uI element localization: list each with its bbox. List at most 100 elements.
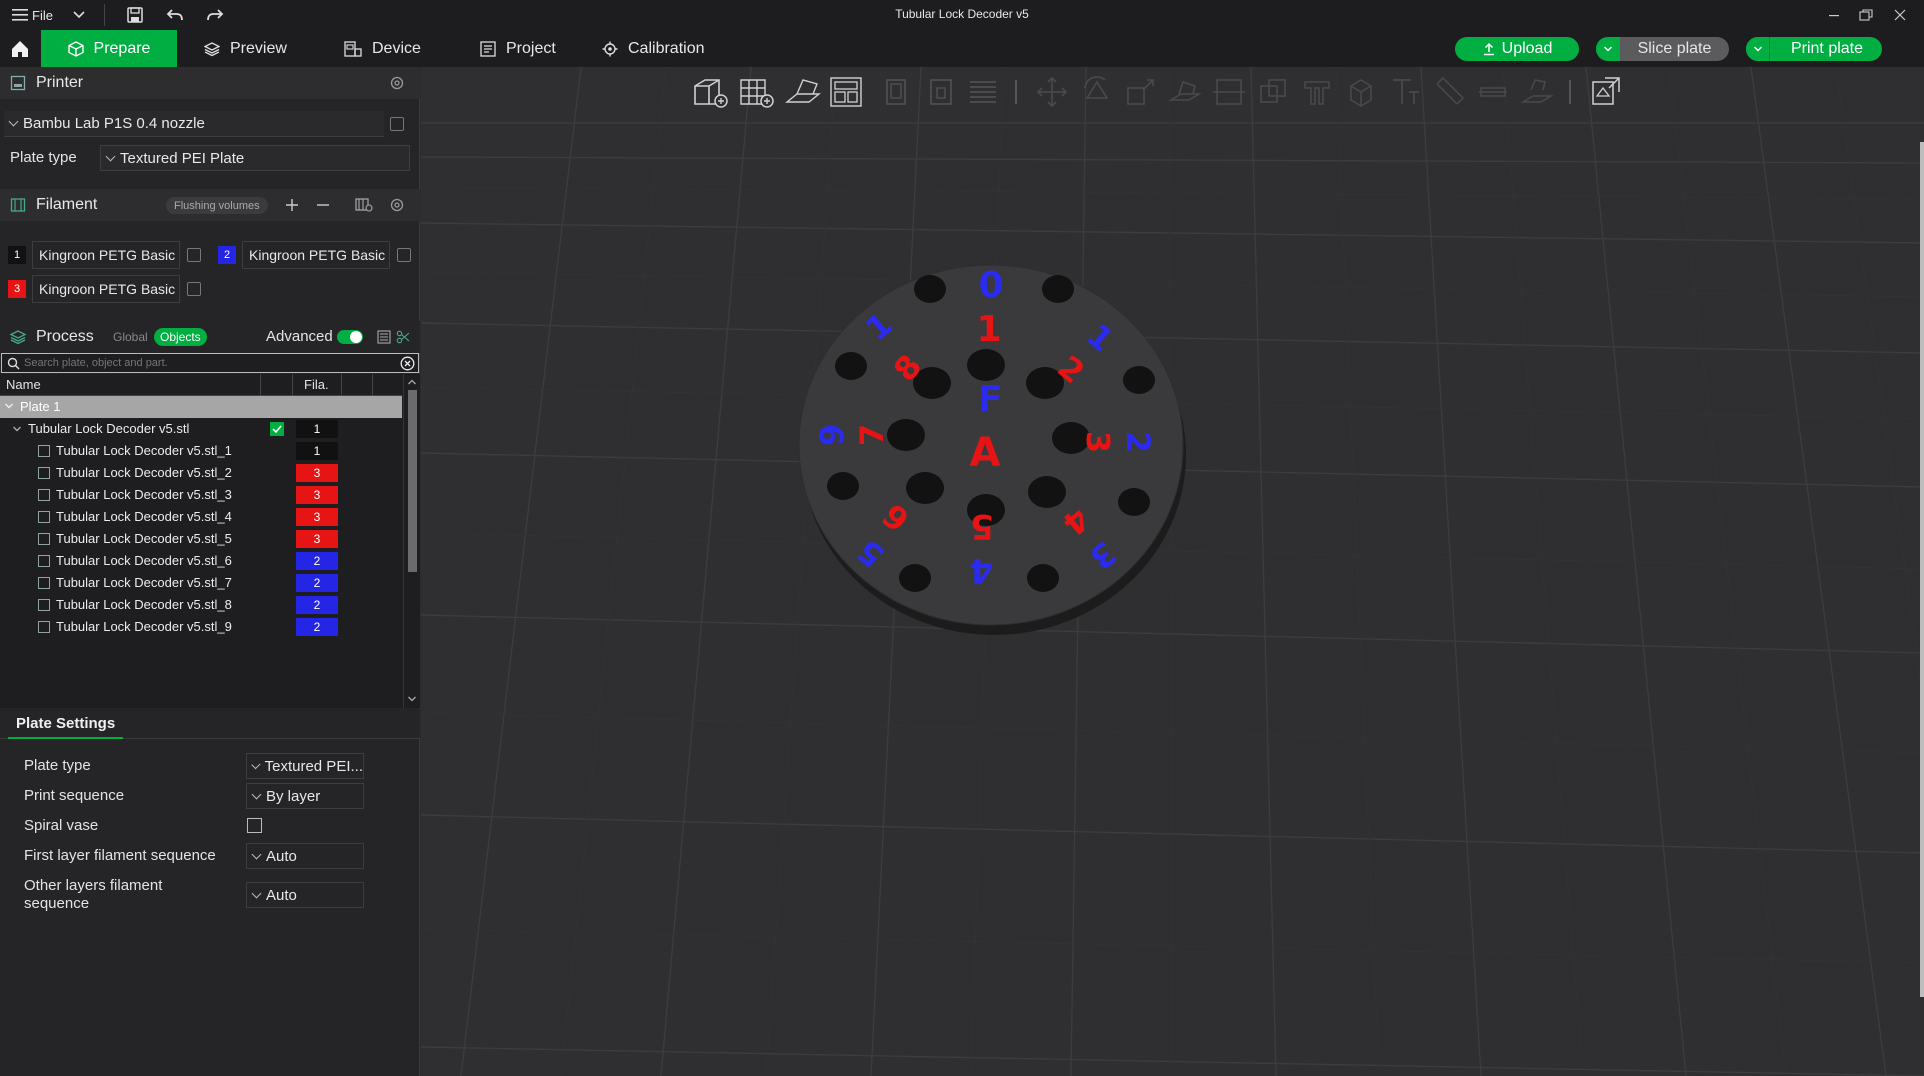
cut-icon[interactable]	[1211, 74, 1247, 110]
filament-3-color[interactable]: 3	[8, 280, 26, 298]
lay-on-face-icon[interactable]	[1167, 74, 1203, 110]
seam-painting-icon[interactable]	[1343, 74, 1379, 110]
list-view-icon[interactable]	[377, 330, 391, 344]
ps-plate-type-select[interactable]: Textured PEI...	[246, 753, 364, 779]
scrollbar-thumb[interactable]	[408, 390, 417, 572]
arrange-icon[interactable]	[827, 74, 867, 110]
part-row[interactable]: Tubular Lock Decoder v5.stl_8 2	[0, 594, 402, 616]
copy-icon[interactable]	[879, 74, 915, 110]
paste-icon[interactable]	[923, 74, 959, 110]
part-row[interactable]: Tubular Lock Decoder v5.stl_1 1	[0, 440, 402, 462]
scroll-down-icon[interactable]	[407, 695, 417, 703]
filament-1-color[interactable]: 1	[8, 246, 26, 264]
slice-options-dropdown[interactable]	[1596, 37, 1620, 61]
assembly-icon[interactable]	[1475, 74, 1511, 110]
object-search-box[interactable]	[1, 353, 419, 373]
filament-1-select[interactable]: Kingroon PETG Basic	[32, 241, 180, 269]
object-row[interactable]: Tubular Lock Decoder v5.stl 1	[0, 418, 402, 440]
print-options-dropdown[interactable]	[1746, 37, 1770, 61]
tab-prepare[interactable]: Prepare	[41, 30, 177, 67]
add-object-icon[interactable]	[691, 74, 731, 110]
part-row[interactable]: Tubular Lock Decoder v5.stl_7 2	[0, 572, 402, 594]
object-visible-checkbox[interactable]	[270, 422, 284, 436]
part-row[interactable]: Tubular Lock Decoder v5.stl_5 3	[0, 528, 402, 550]
search-input[interactable]	[24, 355, 394, 371]
tab-device[interactable]: Device	[330, 30, 435, 67]
edit-filament-2-icon[interactable]	[397, 248, 411, 262]
filament-2-color[interactable]: 2	[218, 246, 236, 264]
part-filament-chip[interactable]: 3	[296, 530, 338, 548]
part-filament-chip[interactable]: 3	[296, 508, 338, 526]
ps-first-layer-select[interactable]: Auto	[246, 843, 364, 869]
plate-type-value: Textured PEI Plate	[120, 149, 245, 167]
ps-other-layers-select[interactable]: Auto	[246, 882, 364, 908]
advanced-toggle[interactable]	[337, 330, 363, 344]
explode-icon[interactable]	[1519, 74, 1555, 110]
support-painting-icon[interactable]	[1299, 74, 1335, 110]
move-icon[interactable]	[1034, 74, 1070, 110]
process-objects-toggle[interactable]: Objects	[154, 328, 207, 346]
tab-project[interactable]: Project	[466, 30, 570, 67]
object-list-scrollbar[interactable]	[403, 374, 420, 708]
part-filament-chip[interactable]: 2	[296, 552, 338, 570]
part-row[interactable]: Tubular Lock Decoder v5.stl_4 3	[0, 506, 402, 528]
rotate-icon[interactable]	[1079, 74, 1115, 110]
ps-spiral-vase-checkbox[interactable]	[247, 818, 262, 833]
part-row[interactable]: Tubular Lock Decoder v5.stl_2 3	[0, 462, 402, 484]
flushing-volumes-button[interactable]: Flushing volumes	[166, 197, 268, 214]
filament-2-select[interactable]: Kingroon PETG Basic	[242, 241, 390, 269]
process-global-toggle[interactable]: Global	[113, 330, 148, 344]
home-button[interactable]	[0, 30, 40, 67]
printer-select[interactable]: Bambu Lab P1S 0.4 nozzle	[4, 111, 384, 137]
part-row[interactable]: Tubular Lock Decoder v5.stl_9 2	[0, 616, 402, 638]
part-filament-chip[interactable]: 2	[296, 618, 338, 636]
part-filament-chip[interactable]: 2	[296, 574, 338, 592]
chevron-down-icon[interactable]	[12, 425, 22, 433]
view-mode-icon[interactable]	[1587, 74, 1625, 110]
plate-row[interactable]: Plate 1	[0, 396, 402, 418]
tab-plate-settings[interactable]: Plate Settings	[8, 709, 124, 739]
auto-orient-icon[interactable]	[783, 74, 823, 110]
part-filament-chip[interactable]: 3	[296, 464, 338, 482]
tab-calibration[interactable]: Calibration	[588, 30, 718, 67]
part-row[interactable]: Tubular Lock Decoder v5.stl_6 2	[0, 550, 402, 572]
ps-print-sequence-select[interactable]: By layer	[246, 783, 364, 809]
upload-button[interactable]: Upload	[1455, 37, 1579, 61]
column-name-header[interactable]: Name	[6, 377, 41, 392]
restore-button[interactable]	[1852, 4, 1880, 26]
print-plate-button[interactable]: Print plate	[1746, 37, 1882, 61]
settings-gear-icon[interactable]	[389, 197, 405, 213]
edit-printer-icon[interactable]	[390, 117, 404, 131]
layers-split-icon[interactable]	[965, 74, 1001, 110]
part-name: Tubular Lock Decoder v5.stl_1	[56, 443, 232, 458]
tab-preview[interactable]: Preview	[190, 30, 301, 67]
part-filament-chip[interactable]: 3	[296, 486, 338, 504]
column-fila-header[interactable]: Fila.	[304, 377, 329, 392]
measure-icon[interactable]	[1431, 74, 1467, 110]
filament-3-select[interactable]: Kingroon PETG Basic	[32, 275, 180, 303]
scroll-up-icon[interactable]	[407, 378, 417, 386]
clear-search-icon[interactable]	[400, 356, 415, 371]
add-filament-icon[interactable]	[285, 198, 299, 212]
part-filament-chip[interactable]: 1	[296, 442, 338, 460]
scale-icon[interactable]	[1123, 74, 1159, 110]
part-row[interactable]: Tubular Lock Decoder v5.stl_3 3	[0, 484, 402, 506]
edit-filament-1-icon[interactable]	[187, 248, 201, 262]
object-filament-chip[interactable]: 1	[296, 420, 338, 438]
text-tool-icon[interactable]	[1387, 74, 1423, 110]
plate-type-select[interactable]: Textured PEI Plate	[100, 145, 410, 171]
remove-filament-icon[interactable]	[316, 198, 330, 212]
cut-tool-icon[interactable]	[396, 330, 410, 344]
settings-gear-icon[interactable]	[389, 75, 405, 91]
add-plate-icon[interactable]	[737, 74, 777, 110]
slice-plate-button[interactable]: Slice plate	[1596, 37, 1729, 61]
close-window-button[interactable]	[1886, 4, 1914, 26]
boolean-icon[interactable]	[1255, 74, 1291, 110]
model-object[interactable]: 0 1 F A 5 4 1 8 2 1 9 7 3 2 6 5 4 3	[791, 245, 1211, 645]
edit-filament-3-icon[interactable]	[187, 282, 201, 296]
part-filament-chip[interactable]: 2	[296, 596, 338, 614]
filament-sync-icon[interactable]	[355, 197, 373, 213]
minimize-button[interactable]	[1820, 4, 1848, 26]
chevron-down-icon[interactable]	[4, 402, 14, 410]
3d-viewport[interactable]: 0 1 F A 5 4 1 8 2 1 9 7 3 2 6 5 4 3	[421, 67, 1924, 1076]
